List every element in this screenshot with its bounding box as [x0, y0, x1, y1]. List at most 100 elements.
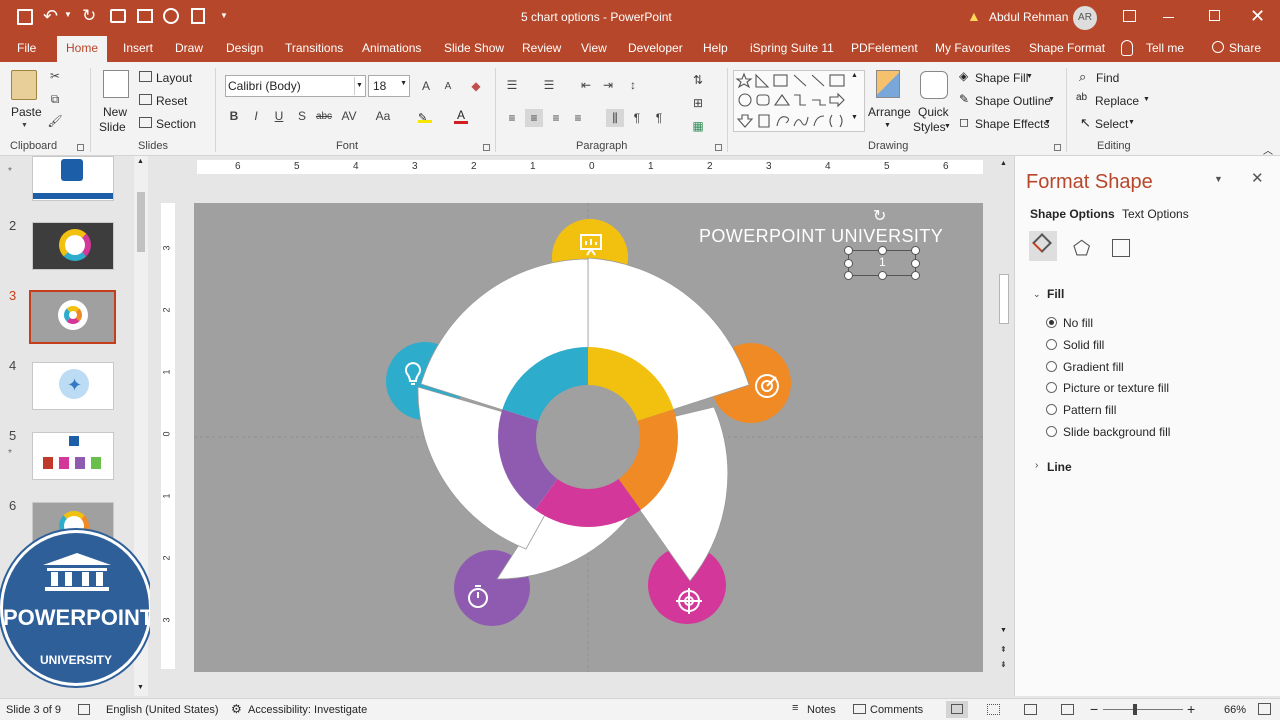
resize-handle-tm[interactable] [878, 246, 887, 255]
textbox-value[interactable]: 1 [879, 255, 886, 269]
tab-shape-options[interactable]: Shape Options [1030, 207, 1115, 221]
paste-button[interactable]: Paste [11, 105, 42, 119]
line-spacing-icon[interactable]: ↕ [624, 76, 642, 94]
fill-line-tab[interactable] [1029, 231, 1057, 261]
shape-effects-button[interactable]: Shape Effects [975, 117, 1050, 131]
numbering-icon[interactable]: ☰ [540, 76, 558, 94]
pattern-fill-radio[interactable] [1046, 404, 1057, 415]
tab-file[interactable]: File [17, 41, 36, 55]
slide-thumbnail-5[interactable] [32, 432, 114, 480]
underline-icon[interactable]: U [270, 107, 288, 125]
slide-thumbnail-2[interactable] [32, 222, 114, 270]
replace-dropdown-icon[interactable]: ▼ [1143, 96, 1150, 103]
ltr-icon[interactable]: ¶ [650, 109, 668, 127]
pattern-fill-label[interactable]: Pattern fill [1063, 403, 1116, 417]
fill-expand-icon[interactable]: ⌄ [1033, 289, 1041, 300]
tab-developer[interactable]: Developer [628, 41, 683, 55]
reading-view-icon[interactable] [1024, 704, 1037, 715]
tell-me-search[interactable]: Tell me [1146, 41, 1184, 55]
scroll-thumb[interactable] [137, 192, 145, 252]
change-case-icon[interactable]: Aa [374, 107, 392, 125]
tab-slide-show[interactable]: Slide Show [444, 41, 504, 55]
restore-icon[interactable] [1209, 10, 1220, 21]
slide-thumbnail-4[interactable]: ✦ [32, 362, 114, 410]
font-name-dropdown-icon[interactable]: ▼ [354, 77, 364, 95]
line-expand-icon[interactable]: › [1035, 460, 1038, 471]
tab-text-options[interactable]: Text Options [1122, 207, 1189, 221]
resize-handle-tl[interactable] [844, 246, 853, 255]
tab-home[interactable]: Home [57, 36, 108, 62]
new-slide-button[interactable]: New [103, 105, 127, 119]
avatar[interactable]: AR [1073, 6, 1097, 30]
smartart-icon[interactable]: ▦ [689, 117, 707, 135]
reset-button[interactable]: Reset [156, 94, 187, 108]
pane-close-icon[interactable]: ✕ [1251, 169, 1264, 187]
zoom-slider[interactable] [1103, 709, 1183, 710]
qat-more-icon[interactable]: ▼ [220, 11, 228, 20]
ribbon-display-icon[interactable] [1123, 10, 1136, 22]
drawing-launcher-icon[interactable] [1054, 144, 1061, 151]
user-name[interactable]: Abdul Rehman [989, 10, 1068, 24]
bold-icon[interactable]: B [225, 107, 243, 125]
strikethrough-icon[interactable]: abc [315, 107, 333, 125]
select-button[interactable]: Select [1095, 117, 1128, 131]
layout-button[interactable]: Layout [156, 71, 192, 85]
text-direction-icon[interactable]: ⇅ [689, 71, 707, 89]
tab-design[interactable]: Design [226, 41, 263, 55]
font-size-dropdown-icon[interactable]: ▼ [400, 80, 407, 87]
rtl-icon[interactable]: ¶ [628, 109, 646, 127]
slide-background-fill-label[interactable]: Slide background fill [1063, 425, 1170, 439]
resize-handle-bm[interactable] [878, 271, 887, 280]
resize-handle-ml[interactable] [844, 259, 853, 268]
new-slide-icon[interactable] [103, 70, 129, 98]
arrange-icon[interactable] [876, 70, 900, 98]
shape-fill-button[interactable]: Shape Fill [975, 71, 1028, 85]
line-section-header[interactable]: Line [1047, 460, 1072, 474]
print-preview-icon[interactable] [191, 8, 205, 24]
tab-draw[interactable]: Draw [175, 41, 203, 55]
pane-options-dropdown-icon[interactable]: ▼ [1214, 174, 1223, 184]
resize-handle-br[interactable] [911, 271, 920, 280]
slideshow-icon[interactable] [1061, 704, 1074, 715]
size-properties-icon[interactable] [1112, 239, 1130, 257]
tab-help[interactable]: Help [703, 41, 728, 55]
tab-pdfelement[interactable]: PDFelement [851, 41, 918, 55]
zoom-out-icon[interactable]: − [1090, 701, 1098, 717]
section-button[interactable]: Section [156, 117, 196, 131]
font-name-input[interactable]: Calibri (Body) [228, 79, 301, 93]
font-size-box[interactable]: 18 ▼ [368, 75, 410, 97]
select-dropdown-icon[interactable]: ▼ [1128, 119, 1135, 126]
columns-icon[interactable]: ⫼ [606, 109, 624, 127]
align-right-icon[interactable]: ≡ [547, 109, 565, 127]
tab-shape-format[interactable]: Shape Format [1029, 41, 1105, 55]
editor-scroll-down-icon[interactable]: ▼ [1000, 627, 1007, 634]
customize-icon[interactable] [163, 8, 179, 24]
shape-outline-button[interactable]: Shape Outline [975, 94, 1051, 108]
font-color-icon[interactable]: A [454, 108, 468, 124]
undo-icon[interactable]: ↶ [43, 6, 58, 27]
font-size-input[interactable]: 18 [373, 79, 386, 93]
gradient-fill-radio[interactable] [1046, 361, 1057, 372]
collapse-ribbon-icon[interactable]: ︿ [1263, 142, 1273, 157]
clear-formatting-icon[interactable]: ◆ [467, 77, 485, 95]
resize-handle-bl[interactable] [844, 271, 853, 280]
tab-view[interactable]: View [581, 41, 607, 55]
italic-icon[interactable]: I [247, 107, 265, 125]
paste-icon[interactable] [11, 70, 37, 100]
accessibility-status[interactable]: Accessibility: Investigate [248, 704, 367, 716]
format-painter-icon[interactable]: 🖌 [46, 112, 64, 130]
tab-my-favourites[interactable]: My Favourites [935, 41, 1010, 55]
editor-scroll-up-icon[interactable]: ▲ [1000, 160, 1007, 167]
slide-thumbnail-3-selected[interactable] [29, 290, 116, 344]
slide-thumbnail-1[interactable] [32, 156, 114, 201]
shapes-scroll-up-icon[interactable]: ▲ [851, 72, 858, 79]
align-left-icon[interactable]: ≡ [503, 109, 521, 127]
close-icon[interactable]: ✕ [1250, 6, 1265, 27]
highlight-icon[interactable]: ✎ [418, 111, 432, 124]
scroll-down-icon[interactable]: ▼ [137, 684, 144, 691]
align-text-icon[interactable]: ⊞ [689, 94, 707, 112]
tab-transitions[interactable]: Transitions [285, 41, 343, 55]
replace-button[interactable]: Replace [1095, 94, 1139, 108]
fill-section-header[interactable]: Fill [1047, 287, 1064, 301]
solid-fill-radio[interactable] [1046, 339, 1057, 350]
